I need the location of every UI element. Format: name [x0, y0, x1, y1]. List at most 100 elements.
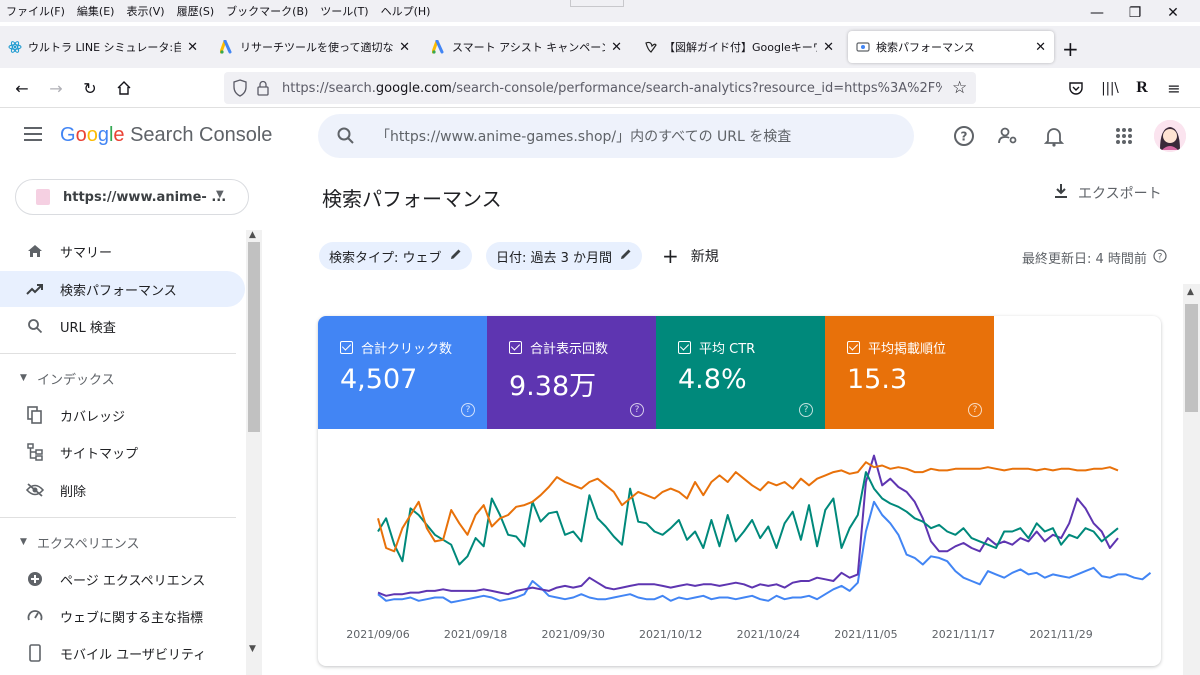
menu-view[interactable]: 表示(V) — [120, 3, 170, 19]
new-tab-icon[interactable]: + — [1062, 37, 1079, 61]
scroll-up-icon[interactable]: ▲ — [1187, 287, 1194, 297]
performance-card: 合計クリック数 4,507 ? 合計表示回数 9.38万 ? 平均 CTR 4.… — [318, 316, 1161, 666]
tab-keyword-guide[interactable]: 【図解ガイド付】Googleキーワードプ ✕ — [636, 31, 842, 63]
tab-search-performance[interactable]: 検索パフォーマンス ✕ — [848, 31, 1054, 63]
back-icon[interactable]: ← — [10, 76, 34, 100]
last-updated: 最終更新日: 4 時間前 ? — [1022, 248, 1167, 267]
sidebar-item-page-experience[interactable]: ページ エクスペリエンス — [0, 561, 245, 597]
close-tab-icon[interactable]: ✕ — [823, 40, 834, 55]
menu-tools[interactable]: ツール(T) — [314, 3, 374, 19]
star-icon[interactable]: ☆ — [952, 78, 967, 98]
menu-help[interactable]: ヘルプ(H) — [375, 3, 437, 19]
sidebar-divider — [0, 353, 236, 354]
library-icon[interactable]: |||\ — [1098, 76, 1122, 100]
reload-icon[interactable]: ↻ — [78, 76, 102, 100]
scrollbar-thumb[interactable] — [1185, 304, 1198, 412]
tab-bar: ウルトラ LINE シミュレータ:自作スタン ✕ リサーチツールを使って適切なキ… — [0, 26, 1200, 68]
search-console-logo[interactable]: Google Search Console — [60, 124, 272, 147]
edit-icon — [450, 248, 462, 264]
plus-icon: + — [662, 244, 679, 268]
tab-smart-assist[interactable]: スマート アシスト キャンペーン - 672- ✕ — [424, 31, 630, 63]
help-icon[interactable]: ? — [1153, 248, 1167, 267]
filter-chip-date[interactable]: 日付: 過去 3 か月間 — [486, 242, 643, 270]
help-icon[interactable]: ? — [461, 403, 475, 417]
new-filter-button[interactable]: + 新規 — [662, 244, 719, 268]
scrollbar-thumb[interactable] — [248, 242, 260, 432]
section-index[interactable]: ▼ インデックス — [0, 363, 245, 393]
sidebar-item-removals[interactable]: 削除 — [0, 472, 245, 508]
forward-icon[interactable]: → — [44, 76, 68, 100]
sidebar-item-summary[interactable]: サマリー — [0, 233, 245, 269]
tab-research-tool[interactable]: リサーチツールを使って適切なキーワー ✕ — [212, 31, 418, 63]
menu-bookmarks[interactable]: ブックマーク(B) — [220, 3, 314, 19]
menu-file[interactable]: ファイル(F) — [0, 3, 71, 19]
sidebar-item-label: URL 検査 — [60, 320, 116, 336]
series-line-0 — [377, 500, 1152, 604]
checkbox-icon[interactable] — [340, 341, 353, 354]
tab-line-simulator[interactable]: ウルトラ LINE シミュレータ:自作スタン ✕ — [0, 31, 206, 63]
close-tab-icon[interactable]: ✕ — [1035, 40, 1046, 55]
close-tab-icon[interactable]: ✕ — [187, 40, 198, 55]
caret-down-icon: ▼ — [20, 373, 27, 383]
help-icon[interactable]: ? — [952, 124, 976, 148]
home-icon — [26, 242, 44, 260]
sidebar-item-sitemaps[interactable]: サイトマップ — [0, 434, 245, 470]
metric-average-ctr[interactable]: 平均 CTR 4.8% ? — [656, 316, 825, 429]
help-icon[interactable]: ? — [968, 403, 982, 417]
sidebar-scrollbar[interactable]: ▲ ▼ — [246, 230, 262, 675]
tab-label: 検索パフォーマンス — [876, 41, 975, 54]
apps-grid-icon[interactable] — [1112, 124, 1136, 148]
checkbox-icon[interactable] — [678, 341, 691, 354]
download-icon — [1054, 183, 1068, 203]
bird-icon — [644, 40, 658, 54]
sidebar-item-coverage[interactable]: カバレッジ — [0, 397, 245, 433]
checkbox-icon[interactable] — [847, 341, 860, 354]
sidebar-item-core-web-vitals[interactable]: ウェブに関する主な指標 — [0, 598, 245, 634]
help-icon[interactable]: ? — [799, 403, 813, 417]
caret-down-icon: ▼ — [216, 189, 224, 200]
extension-r-icon[interactable]: R — [1130, 76, 1154, 100]
menu-icon[interactable]: ≡ — [1162, 76, 1186, 100]
performance-chart[interactable]: 2021/09/06 2021/09/18 2021/09/30 2021/10/12… — [318, 429, 1161, 666]
filter-chip-search-type[interactable]: 検索タイプ: ウェブ — [319, 242, 472, 270]
sidebar-item-search-performance[interactable]: 検索パフォーマンス — [0, 271, 245, 307]
property-url: https://www.anime- ... — [63, 189, 227, 205]
property-favicon-icon — [36, 189, 50, 205]
close-tab-icon[interactable]: ✕ — [399, 40, 410, 55]
close-tab-icon[interactable]: ✕ — [611, 40, 622, 55]
metric-average-position[interactable]: 平均掲載順位 15.3 ? — [825, 316, 994, 429]
menu-edit[interactable]: 編集(E) — [71, 3, 121, 19]
property-selector[interactable]: https://www.anime- ... ▼ — [15, 179, 249, 215]
menu-history[interactable]: 履歴(S) — [171, 3, 221, 19]
section-experience[interactable]: ▼ エクスペリエンス — [0, 527, 245, 557]
chip-label: 日付: 過去 3 か月間 — [496, 250, 613, 266]
checkbox-icon[interactable] — [509, 341, 522, 354]
export-button[interactable]: エクスポート — [1054, 183, 1162, 203]
sidebar-item-url-inspection[interactable]: URL 検査 — [0, 308, 245, 344]
metric-value: 9.38万 — [509, 371, 597, 402]
home-icon[interactable] — [112, 76, 136, 100]
url-inspect-search[interactable]: 「https://www.anime-games.shop/」内のすべての UR… — [318, 114, 914, 158]
notifications-icon[interactable] — [1042, 124, 1066, 148]
metric-total-clicks[interactable]: 合計クリック数 4,507 ? — [318, 316, 487, 429]
search-icon — [26, 317, 44, 335]
scroll-down-icon[interactable]: ▼ — [249, 644, 256, 654]
manage-users-icon[interactable] — [996, 124, 1020, 148]
close-window-icon[interactable]: ✕ — [1150, 0, 1196, 26]
lock-icon[interactable] — [256, 80, 270, 100]
pocket-icon[interactable] — [1064, 76, 1088, 100]
url-bar[interactable]: https://search.google.com/search-console… — [224, 72, 976, 104]
app-header: Google Search Console 「https://www.anime… — [0, 108, 1200, 164]
metric-total-impressions[interactable]: 合計表示回数 9.38万 ? — [487, 316, 656, 429]
sidebar-item-mobile-usability[interactable]: モバイル ユーザビリティ — [0, 635, 245, 671]
hamburger-menu-icon[interactable] — [24, 127, 42, 141]
main-scrollbar[interactable]: ▲ — [1183, 284, 1200, 675]
logo-product: Search Console — [130, 124, 273, 146]
account-avatar[interactable] — [1154, 120, 1186, 152]
search-placeholder: 「https://www.anime-games.shop/」内のすべての UR… — [376, 129, 792, 145]
shield-icon[interactable] — [232, 79, 248, 101]
x-tick-label: 2021/09/18 — [444, 628, 507, 641]
trending-up-icon — [26, 280, 44, 298]
scroll-up-icon[interactable]: ▲ — [249, 230, 256, 240]
help-icon[interactable]: ? — [630, 403, 644, 417]
